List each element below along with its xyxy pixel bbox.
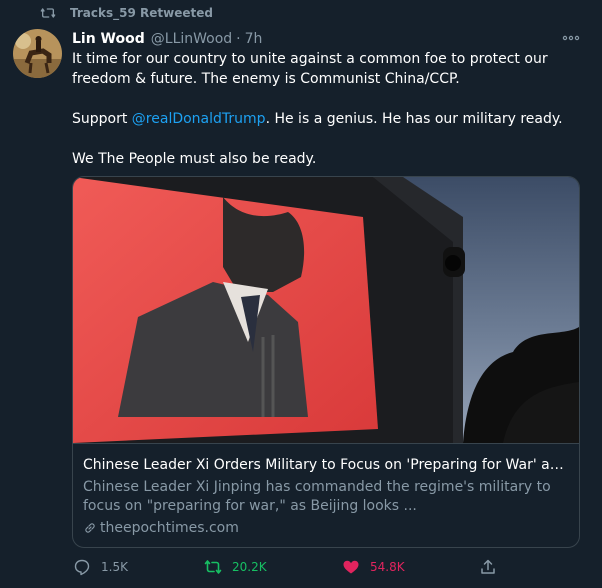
reply-button[interactable]: 1.5K xyxy=(73,558,128,576)
like-count: 54.8K xyxy=(370,560,405,574)
link-icon xyxy=(85,523,95,533)
tweet-paragraph-3: We The People must also be ready. xyxy=(72,151,317,167)
retweet-icon xyxy=(204,560,222,574)
card-domain-text: theepochtimes.com xyxy=(100,520,239,536)
more-icon[interactable] xyxy=(562,30,580,44)
tweet-text-segment: . He is a genius. He has our military re… xyxy=(265,111,563,127)
card-description: Chinese Leader Xi Jinping has commanded … xyxy=(83,479,551,514)
card-title: Chinese Leader Xi Orders Military to Foc… xyxy=(83,457,571,473)
tweet-paragraph-2: Support @realDonaldTrump. He is a genius… xyxy=(72,109,577,129)
tweet-header: Lin Wood @LLinWood · 7h xyxy=(72,30,262,48)
reply-icon xyxy=(74,559,90,576)
link-card[interactable]: Chinese Leader Xi Orders Military to Foc… xyxy=(72,176,580,548)
tweet-actions: 1.5K 20.2K 54.8K xyxy=(0,558,602,580)
separator-dot: · xyxy=(236,31,241,47)
tweet-text: It time for our country to unite against… xyxy=(72,49,577,169)
author-handle[interactable]: @LLinWood xyxy=(151,31,232,47)
tweet-timestamp[interactable]: 7h xyxy=(245,31,263,47)
retweet-context[interactable]: Tracks_59 Retweeted xyxy=(40,4,213,22)
retweet-count: 20.2K xyxy=(232,560,267,574)
mention-link[interactable]: @realDonaldTrump xyxy=(132,111,266,127)
reply-count: 1.5K xyxy=(101,560,128,574)
avatar[interactable] xyxy=(13,29,62,78)
retweet-icon xyxy=(40,8,56,18)
tweet-paragraph-1: It time for our country to unite against… xyxy=(72,51,548,87)
share-button[interactable] xyxy=(479,558,507,576)
like-icon xyxy=(343,560,359,574)
author-name[interactable]: Lin Wood xyxy=(72,31,145,47)
retweet-button[interactable]: 20.2K xyxy=(204,558,267,576)
share-icon xyxy=(481,559,495,574)
retweet-context-label: Tracks_59 Retweeted xyxy=(70,6,213,20)
card-image xyxy=(73,177,579,443)
tweet-text-segment: Support xyxy=(72,111,132,127)
card-body: Chinese Leader Xi Orders Military to Foc… xyxy=(73,443,579,547)
like-button[interactable]: 54.8K xyxy=(342,558,405,576)
card-domain: theepochtimes.com xyxy=(83,520,239,536)
